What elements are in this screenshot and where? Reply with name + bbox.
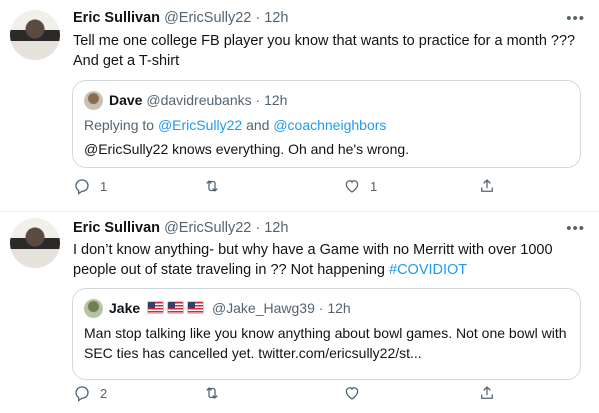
retweet-button[interactable] bbox=[203, 384, 230, 402]
tweet-header: Eric Sullivan @EricSully22 · 12h bbox=[73, 10, 288, 26]
share-icon bbox=[481, 179, 493, 192]
separator: · bbox=[318, 300, 324, 316]
replying-handle[interactable]: @coachneighbors bbox=[273, 117, 386, 133]
tweet-actions: 1 1 bbox=[73, 177, 513, 197]
quote-header: Jake @Jake_Hawg39 · 12h bbox=[109, 300, 351, 316]
reply-button[interactable]: 1 bbox=[73, 177, 107, 195]
tweet-header: Eric Sullivan @EricSully22 · 12h bbox=[73, 220, 288, 236]
share-button[interactable] bbox=[478, 384, 496, 402]
avatar[interactable] bbox=[10, 218, 60, 268]
reply-count: 1 bbox=[100, 178, 108, 194]
replying-handle[interactable]: @EricSully22 bbox=[158, 117, 242, 133]
replying-to: Replying to @EricSully22 and @coachneigh… bbox=[84, 117, 386, 133]
more-icon[interactable]: ••• bbox=[566, 221, 585, 236]
like-icon bbox=[345, 180, 359, 193]
retweet-icon bbox=[206, 180, 218, 192]
hashtag-link[interactable]: #COVIDIOT bbox=[389, 262, 467, 278]
reply-icon bbox=[75, 179, 89, 195]
quote-timestamp: 12h bbox=[264, 92, 288, 108]
like-button[interactable]: 1 bbox=[343, 177, 377, 195]
like-button[interactable] bbox=[343, 384, 370, 402]
quote-author-name: Jake bbox=[109, 300, 141, 316]
separator: · bbox=[255, 220, 261, 236]
timestamp[interactable]: 12h bbox=[264, 10, 288, 26]
tweet-text: I don’t know anything- but why have a Ga… bbox=[73, 240, 578, 280]
author-handle[interactable]: @EricSully22 bbox=[164, 220, 251, 236]
avatar bbox=[84, 299, 103, 318]
tweet[interactable]: Eric Sullivan @EricSully22 · 12h ••• Tel… bbox=[0, 0, 599, 213]
more-icon[interactable]: ••• bbox=[566, 11, 585, 26]
reply-button[interactable]: 2 bbox=[73, 384, 107, 402]
us-flag-icon bbox=[167, 301, 185, 314]
reply-icon bbox=[75, 386, 89, 402]
quote-author-handle: @davidreubanks bbox=[146, 92, 252, 108]
like-icon bbox=[345, 387, 359, 400]
tweet[interactable]: Eric Sullivan @EricSully22 · 12h ••• I d… bbox=[0, 212, 599, 413]
tweet-actions: 2 bbox=[73, 384, 513, 404]
share-icon bbox=[481, 386, 493, 399]
quote-author-handle: @Jake_Hawg39 bbox=[211, 300, 315, 316]
quote-text: Man stop talking like you know anything … bbox=[84, 325, 567, 361]
replying-and: and bbox=[246, 117, 270, 133]
separator: · bbox=[255, 10, 261, 26]
tweet-text: Tell me one college FB player you know t… bbox=[73, 33, 576, 69]
retweet-icon bbox=[206, 387, 218, 399]
share-button[interactable] bbox=[478, 177, 496, 195]
timestamp[interactable]: 12h bbox=[264, 220, 288, 236]
quoted-tweet[interactable]: Jake @Jake_Hawg39 · 12h Man stop talking… bbox=[72, 288, 581, 380]
avatar bbox=[84, 91, 103, 110]
us-flag-icon bbox=[147, 301, 165, 314]
author-name[interactable]: Eric Sullivan bbox=[73, 10, 160, 26]
author-handle[interactable]: @EricSully22 bbox=[164, 10, 251, 26]
us-flag-icon bbox=[187, 301, 205, 314]
reply-count: 2 bbox=[100, 385, 108, 401]
quote-header: Dave @davidreubanks · 12h bbox=[109, 92, 287, 108]
replying-prefix: Replying to bbox=[84, 117, 155, 133]
quote-author-name: Dave bbox=[109, 92, 143, 108]
like-count: 1 bbox=[370, 178, 378, 194]
quote-text: @EricSully22 knows everything. Oh and he… bbox=[84, 141, 410, 157]
tweet-text-main: I don’t know anything- but why have a Ga… bbox=[73, 242, 553, 278]
avatar[interactable] bbox=[10, 10, 60, 60]
retweet-button[interactable] bbox=[203, 177, 230, 195]
quoted-tweet[interactable]: Dave @davidreubanks · 12h Replying to @E… bbox=[72, 80, 581, 168]
author-name[interactable]: Eric Sullivan bbox=[73, 220, 160, 236]
separator: · bbox=[255, 92, 261, 108]
quote-timestamp: 12h bbox=[327, 300, 351, 316]
